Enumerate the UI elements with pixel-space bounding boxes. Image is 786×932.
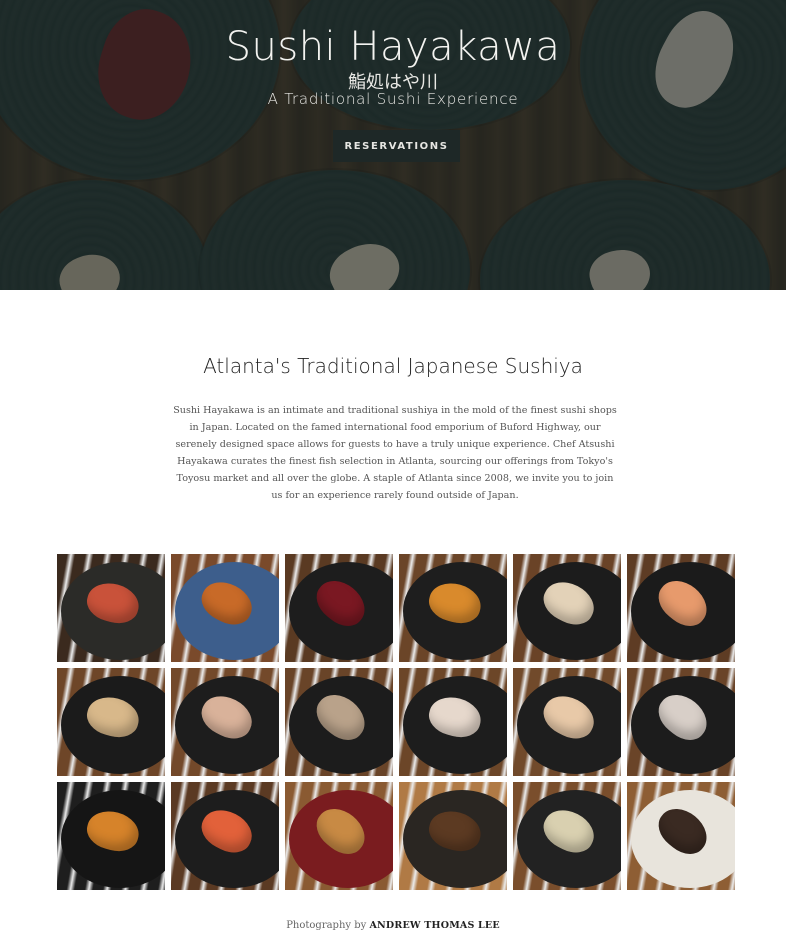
photo-sake-nigiri[interactable] (627, 554, 735, 662)
photo-roll-plate[interactable] (513, 782, 621, 890)
photo-ebi-nigiri[interactable] (171, 782, 279, 890)
photo-sashimi-platter[interactable] (57, 554, 165, 662)
photo-kohada-nigiri[interactable] (627, 668, 735, 776)
intro-heading: Atlanta's Traditional Japanese Sushiya (203, 354, 583, 378)
photo-anago-nigiri[interactable] (57, 668, 165, 776)
site-tagline: A Traditional Sushi Experience (267, 90, 519, 108)
photographer-name[interactable]: ANDREW THOMAS LEE (369, 920, 499, 931)
photo-hamachi-nigiri[interactable] (513, 668, 621, 776)
photo-akami-nigiri[interactable] (285, 554, 393, 662)
photo-uni-nigiri[interactable] (399, 554, 507, 662)
photo-uni-gunkan[interactable] (57, 782, 165, 890)
photo-simmered-dish[interactable] (399, 782, 507, 890)
photo-tuna-roll[interactable] (627, 782, 735, 890)
photo-credit-prefix: Photography by (286, 920, 367, 931)
photo-saba-nigiri[interactable] (285, 668, 393, 776)
hero-banner: Sushi Hayakawa 鮨処はや川 A Traditional Sushi… (0, 0, 786, 290)
photo-aburi-nigiri[interactable] (171, 668, 279, 776)
intro-paragraph: Sushi Hayakawa is an intimate and tradit… (173, 405, 617, 501)
photo-kanpachi-nigiri[interactable] (399, 668, 507, 776)
photo-grilled-fish[interactable] (285, 782, 393, 890)
photo-uni-ikura-bowl[interactable] (171, 554, 279, 662)
photo-credit: Photography by ANDREW THOMAS LEE (0, 920, 786, 931)
reservations-button[interactable]: RESERVATIONS (333, 130, 460, 162)
photo-gallery (57, 554, 737, 890)
photo-hirame-nigiri[interactable] (513, 554, 621, 662)
site-title: Sushi Hayakawa (225, 24, 561, 70)
